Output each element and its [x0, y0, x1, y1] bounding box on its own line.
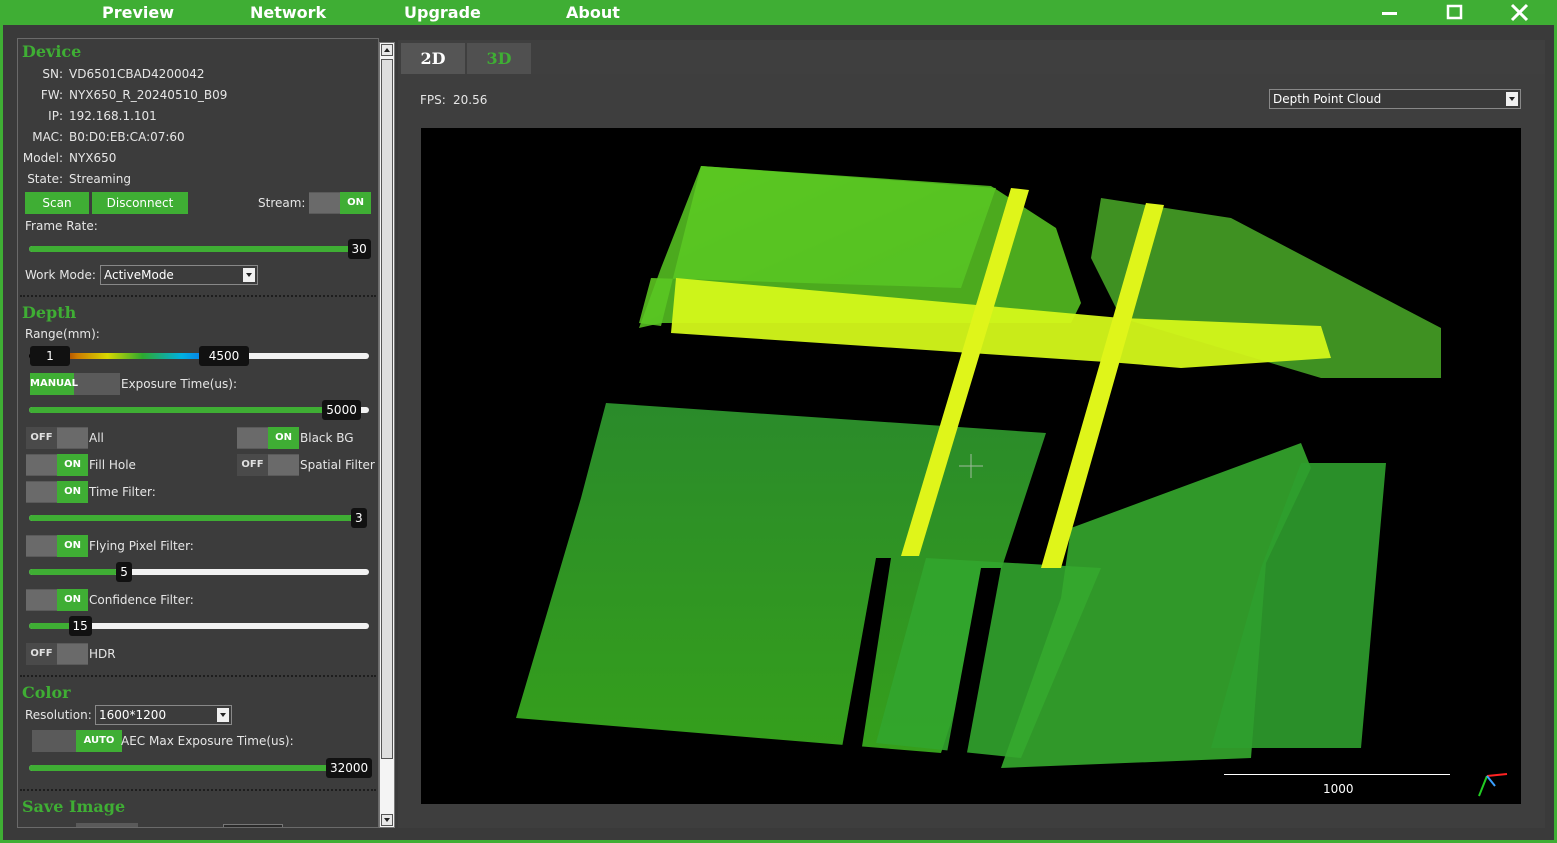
flying-pixel-value: 5 — [116, 562, 132, 582]
confidence-label: Confidence Filter: — [89, 593, 194, 607]
fps-label: FPS: — [420, 93, 446, 107]
section-divider — [20, 295, 376, 297]
view-panel: 2D 3D FPS: 20.56 Depth Point Cloud 1000 — [398, 40, 1545, 828]
aec-slider[interactable]: 32000 — [29, 757, 373, 779]
flying-pixel-label: Flying Pixel Filter: — [89, 539, 194, 553]
section-title-depth: Depth — [22, 303, 77, 322]
display-mode-select[interactable]: Depth Point Cloud — [1269, 89, 1521, 109]
sn-value: VD6501CBAD4200042 — [69, 67, 205, 81]
section-divider — [20, 789, 376, 791]
time-filter-value: 3 — [351, 508, 367, 528]
section-divider — [20, 675, 376, 677]
exposure-label: Exposure Time(us): — [121, 377, 237, 391]
spatial-filter-toggle[interactable]: OFF — [237, 454, 299, 476]
confidence-toggle[interactable]: ON — [26, 589, 88, 611]
scale-bar — [1224, 774, 1450, 775]
close-icon — [1510, 3, 1529, 22]
time-filter-toggle[interactable]: ON — [26, 481, 88, 503]
aec-mode-toggle[interactable]: AUTO — [32, 730, 122, 752]
mac-label: MAC: — [32, 130, 63, 144]
menu-network[interactable]: Network — [250, 3, 326, 22]
work-mode-select[interactable]: ActiveMode — [100, 265, 258, 285]
model-value: NYX650 — [69, 151, 117, 165]
point-cloud-image — [516, 166, 1441, 768]
all-label: All — [89, 431, 104, 445]
frame-rate-label: Frame Rate: — [25, 219, 98, 233]
axis-gizmo-icon — [1478, 773, 1508, 797]
confidence-slider[interactable]: 15 — [29, 615, 369, 637]
fill-hole-toggle[interactable]: ON — [26, 454, 88, 476]
maximize-icon — [1446, 4, 1463, 20]
chevron-down-icon — [243, 268, 255, 282]
resolution-select[interactable]: 1600*1200 — [95, 705, 232, 725]
state-label: State: — [27, 172, 63, 186]
resolution-label: Resolution: — [25, 708, 92, 722]
close-button[interactable] — [1500, 0, 1540, 25]
confidence-value: 15 — [68, 616, 92, 636]
aec-value: 32000 — [326, 758, 373, 778]
sn-label: SN: — [42, 67, 63, 81]
section-title-device: Device — [22, 42, 82, 61]
disconnect-button[interactable]: Disconnect — [92, 192, 188, 214]
minimize-icon — [1382, 12, 1397, 15]
settings-panel: Device SN: VD6501CBAD4200042 FW: NYX650_… — [17, 38, 379, 828]
minimize-button[interactable] — [1370, 0, 1410, 25]
section-title-save-image: Save Image — [22, 797, 126, 816]
scale-label: 1000 — [1323, 782, 1354, 796]
mac-value: B0:D0:EB:CA:07:60 — [69, 130, 185, 144]
flying-pixel-toggle[interactable]: ON — [26, 535, 88, 557]
stream-toggle[interactable]: ON — [309, 192, 371, 214]
black-bg-label: Black BG — [300, 431, 354, 445]
scroll-up-icon[interactable] — [381, 44, 393, 56]
scroll-down-icon[interactable] — [381, 814, 393, 826]
model-label: Model: — [22, 151, 63, 165]
time-filter-slider[interactable]: 3 — [29, 507, 372, 529]
hdr-toggle[interactable]: OFF — [26, 643, 88, 665]
exposure-slider[interactable]: 5000 — [29, 399, 369, 421]
fw-value: NYX650_R_20240510_B09 — [69, 88, 228, 102]
range-min-value: 1 — [30, 346, 70, 366]
ip-label: IP: — [48, 109, 63, 123]
state-value: Streaming — [69, 172, 131, 186]
point-cloud-viewport[interactable]: 1000 — [421, 128, 1521, 804]
hdr-label: HDR — [89, 647, 116, 661]
section-title-color: Color — [22, 683, 71, 702]
stream-label: Stream: — [258, 196, 306, 210]
fw-label: FW: — [40, 88, 63, 102]
menu-preview[interactable]: Preview — [102, 3, 174, 22]
exposure-value: 5000 — [322, 400, 361, 420]
menu-about[interactable]: About — [566, 3, 620, 22]
range-rail — [241, 353, 369, 359]
time-filter-label: Time Filter: — [89, 485, 156, 499]
flying-pixel-slider[interactable]: 5 — [29, 561, 369, 583]
all-toggle[interactable]: OFF — [26, 427, 88, 449]
black-bg-toggle[interactable]: ON — [237, 427, 299, 449]
fps-value: 20.56 — [453, 93, 488, 107]
fill-hole-label: Fill Hole — [89, 458, 136, 472]
spatial-filter-label: Spatial Filter — [300, 458, 375, 472]
aec-label: AEC Max Exposure Time(us): — [121, 734, 294, 748]
scan-button[interactable]: Scan — [25, 192, 89, 214]
save-image-toggle[interactable] — [76, 823, 138, 827]
tab-2d[interactable]: 2D — [401, 43, 465, 74]
frame-rate-slider[interactable]: 30 — [29, 238, 372, 260]
menu-upgrade[interactable]: Upgrade — [404, 3, 481, 22]
range-label: Range(mm): — [25, 327, 100, 341]
tab-3d[interactable]: 3D — [467, 43, 531, 74]
scrollbar-thumb[interactable] — [381, 59, 393, 759]
chevron-down-icon — [217, 708, 229, 722]
ip-value: 192.168.1.101 — [69, 109, 157, 123]
work-mode-label: Work Mode: — [25, 268, 96, 282]
settings-scrollbar[interactable] — [379, 42, 395, 828]
range-slider[interactable]: 1 4500 — [29, 345, 369, 367]
maximize-button[interactable] — [1435, 0, 1475, 25]
menu-bar: Preview Network Upgrade About — [0, 0, 1557, 25]
range-max-value: 4500 — [199, 346, 249, 366]
frame-rate-value: 30 — [347, 239, 371, 259]
exposure-mode-toggle[interactable]: MANUAL — [30, 373, 120, 395]
app-window: Preview Network Upgrade About Device SN:… — [0, 0, 1557, 843]
chevron-down-icon — [1506, 92, 1518, 106]
save-image-field[interactable] — [223, 824, 283, 827]
